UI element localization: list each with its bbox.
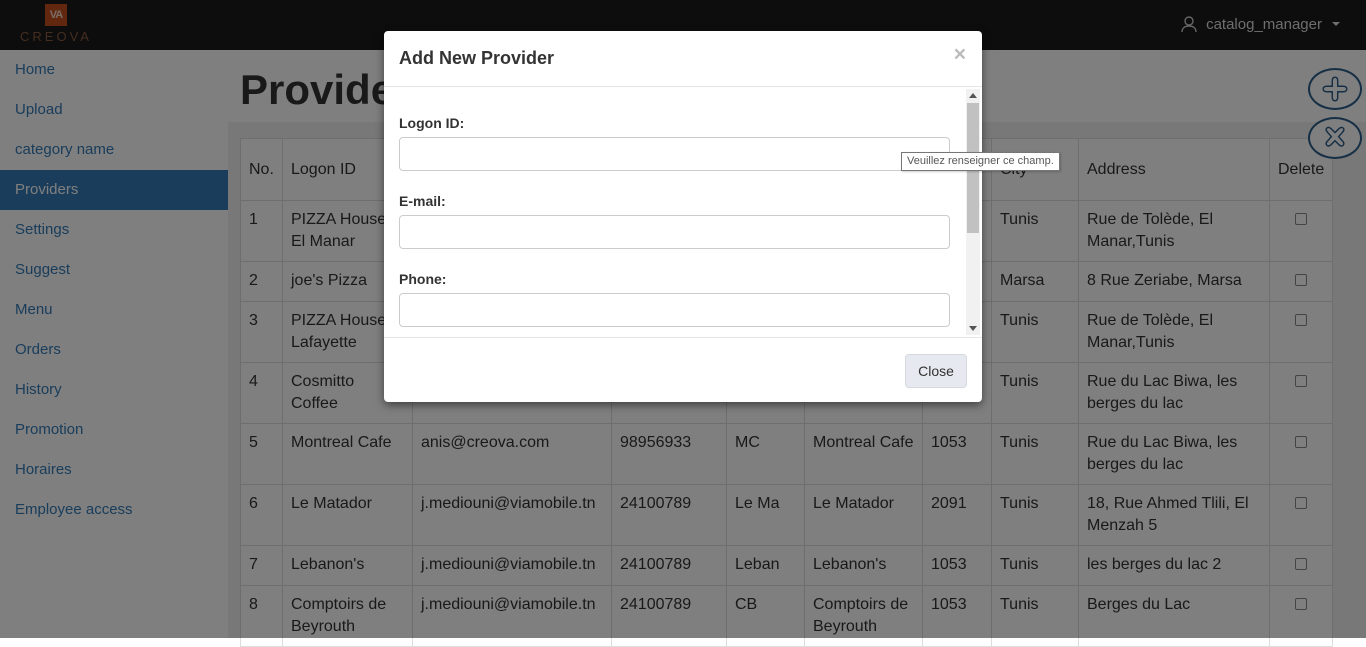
modal-title: Add New Provider (399, 48, 555, 68)
modal-footer: Close (384, 337, 982, 402)
close-icon[interactable]: × (954, 43, 966, 67)
modal-scrollbar[interactable] (966, 89, 980, 335)
email-input[interactable] (399, 215, 950, 249)
validation-tooltip: Veuillez renseigner ce champ. (901, 152, 1060, 171)
modal-body: Logon ID: E-mail: Phone: (384, 87, 982, 337)
phone-label: Phone: (399, 271, 447, 287)
logon-id-label: Logon ID: (399, 115, 465, 131)
scroll-up-icon[interactable] (969, 93, 977, 98)
scroll-down-icon[interactable] (969, 326, 977, 331)
close-button[interactable]: Close (905, 354, 967, 388)
add-provider-modal: Add New Provider × Logon ID: E-mail: Pho… (384, 31, 982, 402)
email-label: E-mail: (399, 193, 446, 209)
logon-id-input[interactable] (399, 137, 950, 171)
phone-input[interactable] (399, 293, 950, 327)
modal-header: Add New Provider × (384, 31, 982, 87)
